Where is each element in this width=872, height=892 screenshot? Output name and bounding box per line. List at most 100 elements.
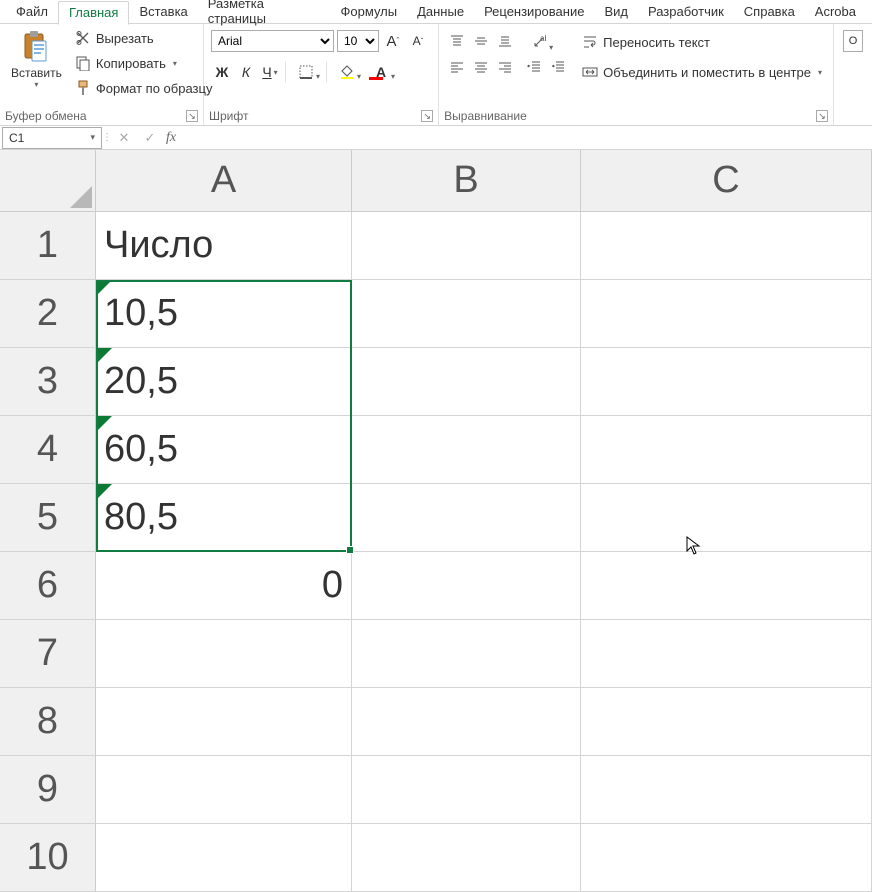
ribbon-group-overflow: О xyxy=(834,24,872,125)
name-box[interactable]: C1 xyxy=(2,127,102,149)
cell-A1[interactable]: Число xyxy=(96,212,352,280)
cell-B2[interactable] xyxy=(352,280,581,348)
error-indicator-icon xyxy=(96,416,112,432)
fill-color-button[interactable] xyxy=(331,61,363,83)
italic-button[interactable]: К xyxy=(235,61,257,83)
dialog-launcher-icon[interactable]: ↘ xyxy=(186,110,198,122)
cell-B7[interactable] xyxy=(352,620,581,688)
row-header-4[interactable]: 4 xyxy=(0,416,96,484)
cancel-formula-button[interactable]: ✕ xyxy=(114,128,134,148)
merge-center-button[interactable]: Объединить и поместить в центре ▾ xyxy=(578,60,826,84)
cell-C5[interactable] xyxy=(581,484,872,552)
cell-A3[interactable]: 20,5 xyxy=(96,348,352,416)
menu-tab-разработчик[interactable]: Разработчик xyxy=(638,1,734,23)
menu-tab-вид[interactable]: Вид xyxy=(594,1,638,23)
cut-button[interactable]: Вырезать xyxy=(71,26,217,50)
dialog-launcher-icon[interactable]: ↘ xyxy=(816,110,828,122)
cell-C2[interactable] xyxy=(581,280,872,348)
format-painter-label: Формат по образцу xyxy=(96,81,213,96)
cell-C3[interactable] xyxy=(581,348,872,416)
cell-A6[interactable]: 0 xyxy=(96,552,352,620)
paste-label: Вставить xyxy=(11,66,62,80)
row-header-9[interactable]: 9 xyxy=(0,756,96,824)
error-indicator-icon xyxy=(96,348,112,364)
align-middle-button[interactable] xyxy=(470,30,492,52)
dropdown-caret-icon: ▾ xyxy=(173,59,177,68)
cell-C10[interactable] xyxy=(581,824,872,892)
copy-button[interactable]: Копировать ▾ xyxy=(71,51,217,75)
align-right-button[interactable] xyxy=(494,56,516,78)
select-all-corner[interactable] xyxy=(0,150,96,212)
fx-icon: fx xyxy=(166,130,176,146)
cell-B3[interactable] xyxy=(352,348,581,416)
group-label: Выравнивание xyxy=(444,109,527,123)
cell-B6[interactable] xyxy=(352,552,581,620)
orientation-button[interactable]: ab xyxy=(523,30,555,54)
menu-tab-данные[interactable]: Данные xyxy=(407,1,474,23)
increase-indent-button[interactable] xyxy=(547,55,569,77)
error-indicator-icon xyxy=(96,484,112,500)
row-header-2[interactable]: 2 xyxy=(0,280,96,348)
cell-A5[interactable]: 80,5 xyxy=(96,484,352,552)
row-header-1[interactable]: 1 xyxy=(0,212,96,280)
align-bottom-button[interactable] xyxy=(494,30,516,52)
menu-tab-вставка[interactable]: Вставка xyxy=(129,1,197,23)
menu-tab-справка[interactable]: Справка xyxy=(734,1,805,23)
row-header-7[interactable]: 7 xyxy=(0,620,96,688)
cell-B10[interactable] xyxy=(352,824,581,892)
bold-button[interactable]: Ж xyxy=(211,61,233,83)
column-header-C[interactable]: C xyxy=(581,150,872,212)
confirm-formula-button[interactable]: ✓ xyxy=(140,128,160,148)
cell-B1[interactable] xyxy=(352,212,581,280)
cell-A8[interactable] xyxy=(96,688,352,756)
cell-A10[interactable] xyxy=(96,824,352,892)
cell-B4[interactable] xyxy=(352,416,581,484)
cell-C4[interactable] xyxy=(581,416,872,484)
cell-A7[interactable] xyxy=(96,620,352,688)
align-center-button[interactable] xyxy=(470,56,492,78)
underline-button[interactable]: Ч▾ xyxy=(259,61,281,83)
menu-tab-рецензирование[interactable]: Рецензирование xyxy=(474,1,594,23)
align-top-button[interactable] xyxy=(446,30,468,52)
format-painter-button[interactable]: Формат по образцу xyxy=(71,76,217,100)
row-header-10[interactable]: 10 xyxy=(0,824,96,892)
scissors-icon xyxy=(75,30,91,46)
dropdown-caret-icon: ▾ xyxy=(818,68,822,77)
menu-tab-главная[interactable]: Главная xyxy=(58,1,129,25)
cell-B9[interactable] xyxy=(352,756,581,824)
menu-tab-acroba[interactable]: Acroba xyxy=(805,1,866,23)
cell-B5[interactable] xyxy=(352,484,581,552)
dialog-launcher-icon[interactable]: ↘ xyxy=(421,110,433,122)
increase-font-button[interactable]: Aˆ xyxy=(382,30,404,52)
decrease-font-button[interactable]: Aˇ xyxy=(407,30,429,52)
formula-input[interactable] xyxy=(182,128,866,148)
row-header-6[interactable]: 6 xyxy=(0,552,96,620)
menu-tab-формулы[interactable]: Формулы xyxy=(331,1,408,23)
cell-A4[interactable]: 60,5 xyxy=(96,416,352,484)
font-size-select[interactable]: 10 xyxy=(337,30,379,52)
wrap-text-button[interactable]: Переносить текст xyxy=(578,30,826,54)
cell-B8[interactable] xyxy=(352,688,581,756)
font-color-button[interactable]: A xyxy=(365,61,397,83)
cell-C7[interactable] xyxy=(581,620,872,688)
cell-A2[interactable]: 10,5 xyxy=(96,280,352,348)
cell-C9[interactable] xyxy=(581,756,872,824)
cell-C6[interactable] xyxy=(581,552,872,620)
column-header-B[interactable]: B xyxy=(352,150,581,212)
cut-label: Вырезать xyxy=(96,31,154,46)
decrease-indent-button[interactable] xyxy=(523,55,545,77)
cell-A9[interactable] xyxy=(96,756,352,824)
align-left-button[interactable] xyxy=(446,56,468,78)
ribbon-group-clipboard: Вставить ▾ Вырезать Копировать ▾ Формат … xyxy=(0,24,204,125)
cell-C1[interactable] xyxy=(581,212,872,280)
borders-button[interactable] xyxy=(290,61,322,83)
row-header-8[interactable]: 8 xyxy=(0,688,96,756)
row-header-5[interactable]: 5 xyxy=(0,484,96,552)
row-header-3[interactable]: 3 xyxy=(0,348,96,416)
font-name-select[interactable]: Arial xyxy=(211,30,334,52)
menu-tab-файл[interactable]: Файл xyxy=(6,1,58,23)
cell-C8[interactable] xyxy=(581,688,872,756)
paste-button[interactable]: Вставить ▾ xyxy=(5,26,68,89)
column-header-A[interactable]: A xyxy=(96,150,352,212)
number-format-select[interactable]: О xyxy=(843,30,863,52)
